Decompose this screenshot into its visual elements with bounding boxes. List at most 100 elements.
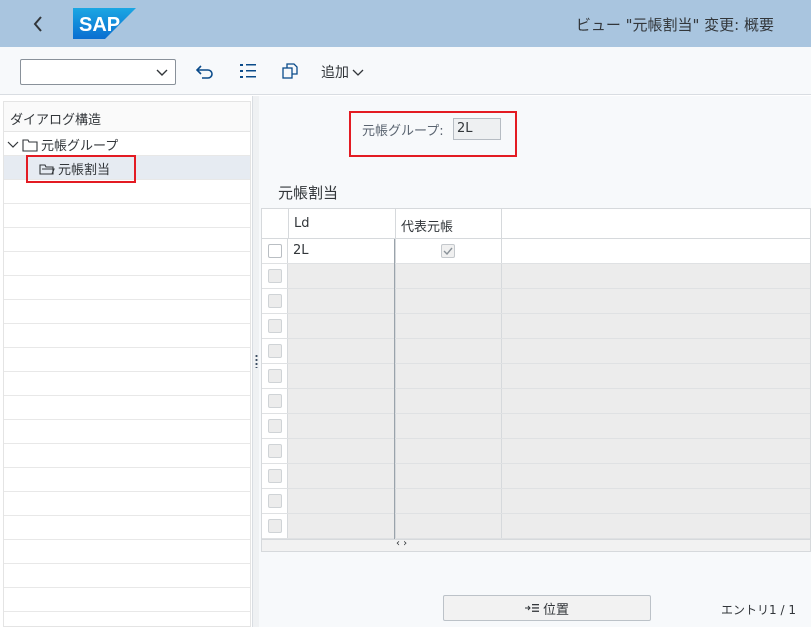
- tree-row: [4, 252, 250, 276]
- cell-ld: [289, 389, 394, 413]
- highlight-frame-tree: [26, 155, 136, 183]
- cell-empty: [501, 239, 810, 263]
- ledger-assignment-table: Ld 代表元帳 2L ‹ ›: [261, 208, 811, 552]
- cell-representative: [395, 339, 501, 363]
- drag-handle-icon: [255, 354, 258, 368]
- column-header-ld[interactable]: Ld: [289, 209, 395, 239]
- cell-ld: [289, 439, 394, 463]
- empty-table-row: [262, 314, 810, 339]
- tree-row: [4, 516, 250, 540]
- row-select-checkbox[interactable]: [268, 494, 282, 508]
- tree-row: [4, 588, 250, 612]
- list-icon: [240, 64, 256, 78]
- tree-row: [4, 348, 250, 372]
- cell-ld: [289, 514, 394, 538]
- tree-row: 元帳グループ: [4, 132, 250, 156]
- undo-icon: [196, 65, 213, 79]
- row-selector[interactable]: [262, 414, 288, 438]
- cell-ld: [289, 264, 394, 288]
- position-button[interactable]: 位置: [443, 595, 651, 621]
- row-select-checkbox[interactable]: [268, 294, 282, 308]
- highlight-frame-group: [349, 111, 517, 157]
- chevron-down-icon: [7, 141, 19, 148]
- tree-row: [4, 396, 250, 420]
- tree-row: [4, 204, 250, 228]
- row-select-checkbox[interactable]: [268, 269, 282, 283]
- checkmark-icon: [443, 247, 453, 256]
- shell-header: SAP ビュー "元帳割当" 変更: 概要: [0, 0, 811, 47]
- row-select-checkbox[interactable]: [268, 369, 282, 383]
- tree-row: [4, 444, 250, 468]
- sap-logo: SAP: [73, 8, 136, 39]
- folder-icon: [22, 138, 38, 152]
- row-select-checkbox[interactable]: [268, 319, 282, 333]
- position-button-label: 位置: [542, 602, 569, 618]
- cell-ld: [289, 314, 394, 338]
- tree-item-ledger-group[interactable]: 元帳グループ: [7, 135, 118, 154]
- cell-empty: [501, 514, 810, 538]
- cell-empty: [501, 264, 810, 288]
- row-selector[interactable]: [262, 489, 288, 513]
- row-selector[interactable]: [262, 514, 288, 538]
- cell-ld[interactable]: 2L: [289, 239, 394, 263]
- cell-empty: [501, 464, 810, 488]
- row-select-checkbox[interactable]: [268, 469, 282, 483]
- section-title: 元帳割当: [278, 184, 339, 202]
- row-selector[interactable]: [262, 339, 288, 363]
- row-select-checkbox[interactable]: [268, 419, 282, 433]
- tree-label: 元帳グループ: [41, 139, 119, 154]
- cell-representative: [395, 414, 501, 438]
- row-select-checkbox[interactable]: [268, 394, 282, 408]
- row-selector[interactable]: [262, 389, 288, 413]
- row-select-checkbox[interactable]: [268, 444, 282, 458]
- tree-row: [4, 468, 250, 492]
- row-select-checkbox[interactable]: [268, 344, 282, 358]
- cell-representative: [395, 514, 501, 538]
- horizontal-scroll[interactable]: ‹ ›: [262, 538, 810, 551]
- row-select-checkbox[interactable]: [268, 244, 282, 258]
- command-field[interactable]: [20, 59, 176, 85]
- row-selector[interactable]: [262, 239, 288, 263]
- cell-representative: [395, 289, 501, 313]
- empty-table-row: [262, 264, 810, 289]
- select-all-header[interactable]: [262, 209, 289, 239]
- row-select-checkbox[interactable]: [268, 519, 282, 533]
- tree-row: [4, 564, 250, 588]
- panel-splitter[interactable]: [252, 96, 259, 627]
- details-button[interactable]: [238, 61, 258, 81]
- cell-representative: [395, 489, 501, 513]
- column-divider: [394, 239, 395, 539]
- tree-row: [4, 300, 250, 324]
- cell-representative: [395, 314, 501, 338]
- tree-row: [4, 492, 250, 516]
- cell-ld: [289, 364, 394, 388]
- undo-button[interactable]: [195, 61, 215, 81]
- add-menu-button[interactable]: 追加: [321, 62, 364, 82]
- cell-representative: [395, 389, 501, 413]
- row-selector[interactable]: [262, 439, 288, 463]
- toolbar: 追加: [0, 47, 811, 95]
- cell-representative: [395, 464, 501, 488]
- chevron-down-icon: [156, 69, 168, 76]
- empty-table-row: [262, 464, 810, 489]
- row-selector[interactable]: [262, 264, 288, 288]
- tree-row: [4, 228, 250, 252]
- row-selector[interactable]: [262, 314, 288, 338]
- tree-row: [4, 372, 250, 396]
- cell-ld: [289, 289, 394, 313]
- cell-ld: [289, 414, 394, 438]
- empty-table-row: [262, 364, 810, 389]
- column-header-representative[interactable]: 代表元帳: [395, 209, 501, 239]
- back-button[interactable]: [24, 10, 52, 38]
- row-selector[interactable]: [262, 364, 288, 388]
- copy-icon: [282, 63, 298, 79]
- copy-button[interactable]: [280, 61, 300, 81]
- row-selector[interactable]: [262, 464, 288, 488]
- tree-row: [4, 420, 250, 444]
- scroll-arrows-icon[interactable]: ‹ ›: [396, 538, 407, 549]
- cell-empty: [501, 389, 810, 413]
- cell-representative: [395, 264, 501, 288]
- representative-checkbox[interactable]: [441, 244, 455, 258]
- row-selector[interactable]: [262, 289, 288, 313]
- chevron-down-icon: [352, 69, 364, 76]
